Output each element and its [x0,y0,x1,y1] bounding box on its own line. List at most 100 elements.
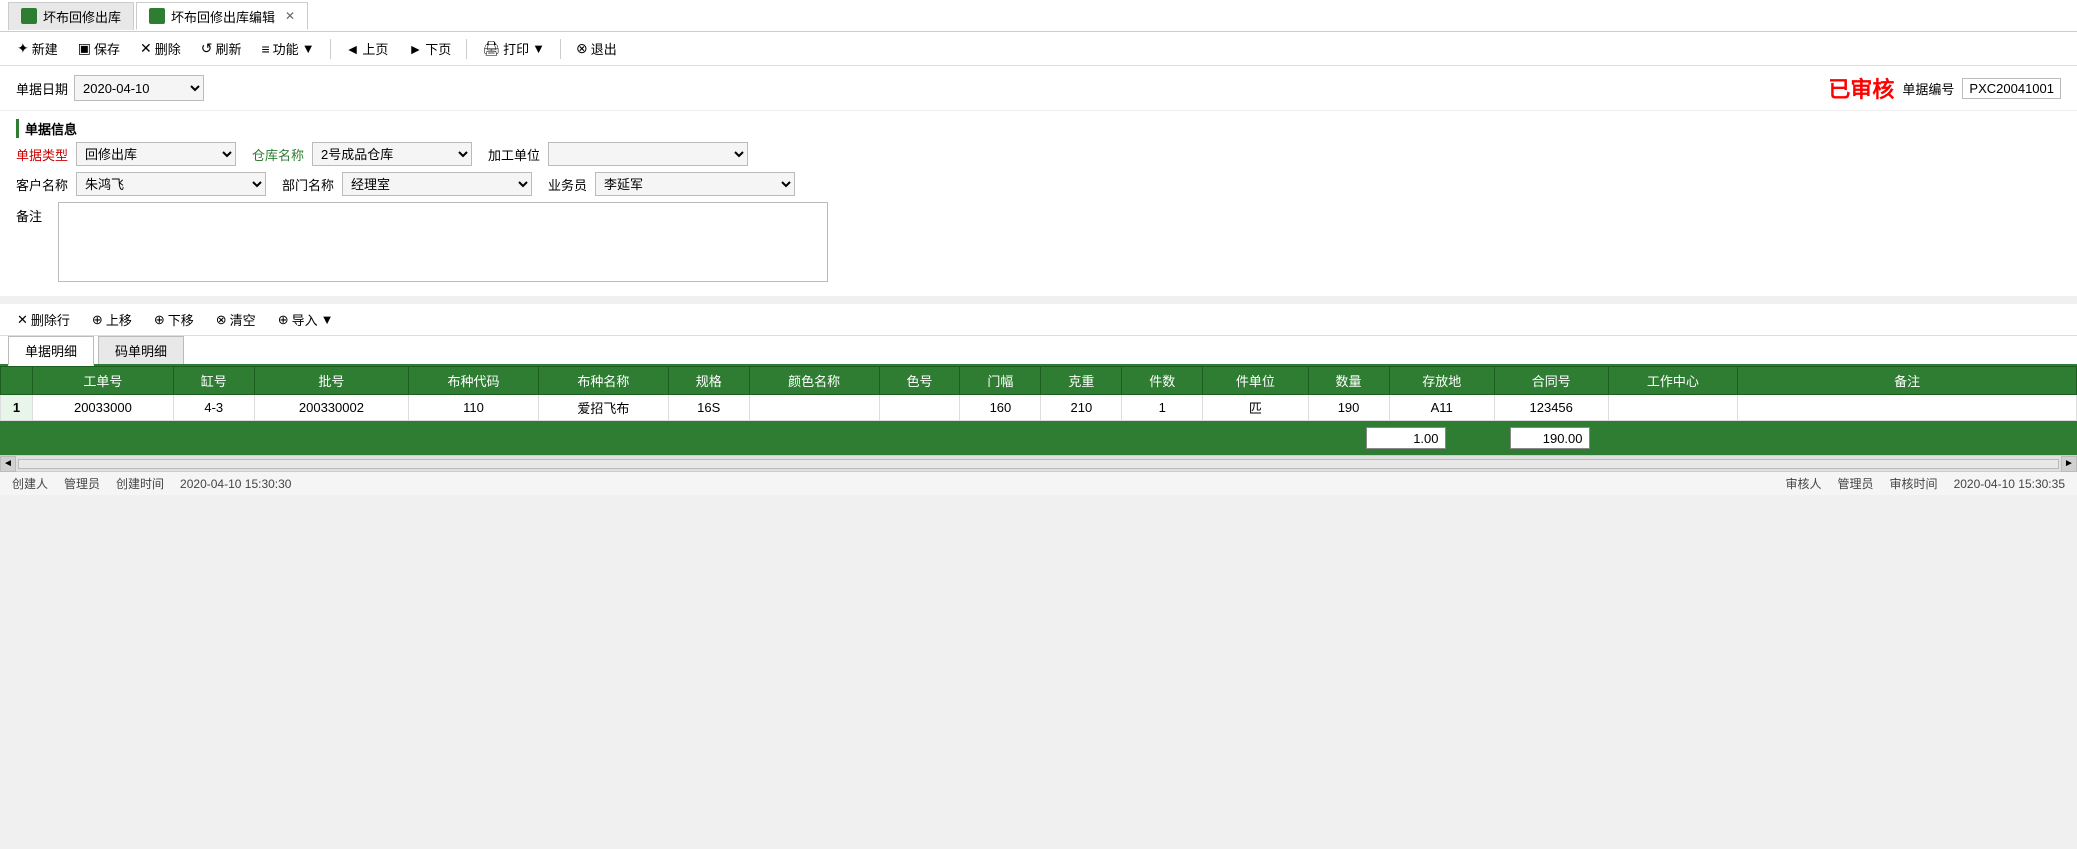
data-tab-row: 单据明细 码单明细 [0,336,2077,366]
table-cell: 190 [1308,395,1389,421]
scroll-left-button[interactable]: ◄ [0,456,16,472]
warehouse-select[interactable]: 2号成品仓库 [312,142,472,166]
doc-no-value: PXC20041001 [1962,78,2061,99]
col-remarks: 备注 [1738,367,2077,395]
creator-label: 创建人 [12,475,48,492]
delete-icon: ✕ [140,40,152,57]
table-cell: 123456 [1494,395,1608,421]
next-label: 下页 [425,39,451,58]
col-door-width: 门幅 [960,367,1041,395]
save-icon: ▣ [78,40,91,57]
audit-time-value: 2020-04-10 15:30:35 [1954,477,2065,491]
save-button[interactable]: ▣ 保存 [69,35,129,62]
form-row-2: 客户名称 朱鸿飞 部门名称 经理室 业务员 李延军 [16,172,2061,196]
prev-button[interactable]: ◄ 上页 [337,35,398,62]
form-row-1: 单据类型 回修出库 仓库名称 2号成品仓库 加工单位 [16,142,2061,166]
exit-icon: ⊗ [576,40,588,57]
table-cell: 1 [1,395,33,421]
create-time-value: 2020-04-10 15:30:30 [180,477,291,491]
footer-pieces-total: 1.00 [1366,427,1446,449]
move-up-button[interactable]: ⊕ 上移 [83,306,141,333]
scroll-right-button[interactable]: ► [2061,456,2077,472]
clear-button[interactable]: ⊗ 清空 [207,306,265,333]
notes-label: 备注 [16,206,42,225]
tab-edit[interactable]: 坏布回修出库编辑 ✕ [136,2,308,30]
customer-label: 客户名称 [16,175,68,194]
toolbar-separator-1 [330,39,331,59]
move-down-button[interactable]: ⊕ 下移 [145,306,203,333]
tab-code-detail[interactable]: 码单明细 [98,336,184,364]
toolbar-separator-2 [466,39,467,59]
print-button[interactable]: 🖨 打印 ▼ [473,35,554,62]
refresh-button[interactable]: ↺ 刷新 [192,35,251,62]
print-icon: 🖨 [482,40,500,57]
table-cell: 110 [409,395,539,421]
dept-label: 部门名称 [282,175,334,194]
exit-button[interactable]: ⊗ 退出 [567,35,626,62]
salesman-label: 业务员 [548,175,587,194]
next-button[interactable]: ► 下页 [399,35,460,62]
salesman-select[interactable]: 李延军 [595,172,795,196]
col-spec: 规格 [668,367,749,395]
col-quantity: 数量 [1308,367,1389,395]
workshop-select[interactable] [548,142,748,166]
new-button[interactable]: ✦ 新建 [8,35,67,62]
tab-list[interactable]: 坏布回修出库 [8,2,134,30]
table-cell [749,395,879,421]
print-dropdown-icon: ▼ [532,41,545,56]
table-header-row: 工单号 缸号 批号 布种代码 布种名称 规格 颜色名称 色号 门幅 克重 件数 … [1,367,2077,395]
function-button[interactable]: ≡ 功能 ▼ [253,35,324,62]
tab-label-1: 坏布回修出库 [43,7,121,26]
move-up-icon: ⊕ [92,312,103,328]
table-row[interactable]: 1200330004-3200330002110爱招飞布16S1602101匹1… [1,395,2077,421]
move-up-label: 上移 [106,310,132,329]
table-cell [1738,395,2077,421]
col-piece-unit: 件单位 [1203,367,1308,395]
delete-button[interactable]: ✕ 删除 [131,35,190,62]
audit-time-label: 审核时间 [1890,475,1938,492]
move-down-icon: ⊕ [154,312,165,328]
col-color-no: 色号 [879,367,960,395]
notes-textarea[interactable] [58,202,828,282]
exit-label: 退出 [591,39,617,58]
tab-label-2: 坏布回修出库编辑 [171,7,275,26]
col-color-name: 颜色名称 [749,367,879,395]
doc-no-label: 单据编号 [1902,79,1954,98]
col-no [1,367,33,395]
col-weight: 克重 [1041,367,1122,395]
warehouse-label: 仓库名称 [252,145,304,164]
next-icon: ► [408,41,422,57]
date-select[interactable]: 2020-04-10 [74,75,204,101]
footer-summary: 1.00 190.00 [0,421,2077,455]
import-button[interactable]: ⊕ 导入 ▼ [269,306,343,333]
scroll-bar[interactable]: ◄ ► [0,455,2077,471]
scroll-track[interactable] [18,459,2059,469]
audited-label: 已审核 [1828,72,1894,104]
tab-detail[interactable]: 单据明细 [8,336,94,366]
data-table: 工单号 缸号 批号 布种代码 布种名称 规格 颜色名称 色号 门幅 克重 件数 … [0,366,2077,421]
new-label: 新建 [32,39,58,58]
sub-toolbar: ✕ 删除行 ⊕ 上移 ⊕ 下移 ⊗ 清空 ⊕ 导入 ▼ [0,304,2077,336]
auditor-label: 审核人 [1786,475,1822,492]
print-label: 打印 [503,39,529,58]
col-work-order: 工单号 [33,367,174,395]
creator-value: 管理员 [64,475,100,492]
type-select[interactable]: 回修出库 [76,142,236,166]
col-pieces: 件数 [1122,367,1203,395]
move-down-label: 下移 [168,310,194,329]
tab-detail-label: 单据明细 [25,344,77,359]
del-row-label: 删除行 [31,310,70,329]
status-bar: 创建人 管理员 创建时间 2020-04-10 15:30:30 审核人 管理员… [0,471,2077,495]
tab-close-button[interactable]: ✕ [285,9,295,23]
clear-label: 清空 [230,310,256,329]
form-row-3: 备注 [16,202,2061,282]
table-cell: 16S [668,395,749,421]
import-icon: ⊕ [278,312,289,328]
table-cell: 160 [960,395,1041,421]
table-cell: 200330002 [254,395,408,421]
dept-select[interactable]: 经理室 [342,172,532,196]
customer-select[interactable]: 朱鸿飞 [76,172,266,196]
del-row-button[interactable]: ✕ 删除行 [8,306,79,333]
tab-code-detail-label: 码单明细 [115,344,167,359]
title-bar: 坏布回修出库 坏布回修出库编辑 ✕ [0,0,2077,32]
